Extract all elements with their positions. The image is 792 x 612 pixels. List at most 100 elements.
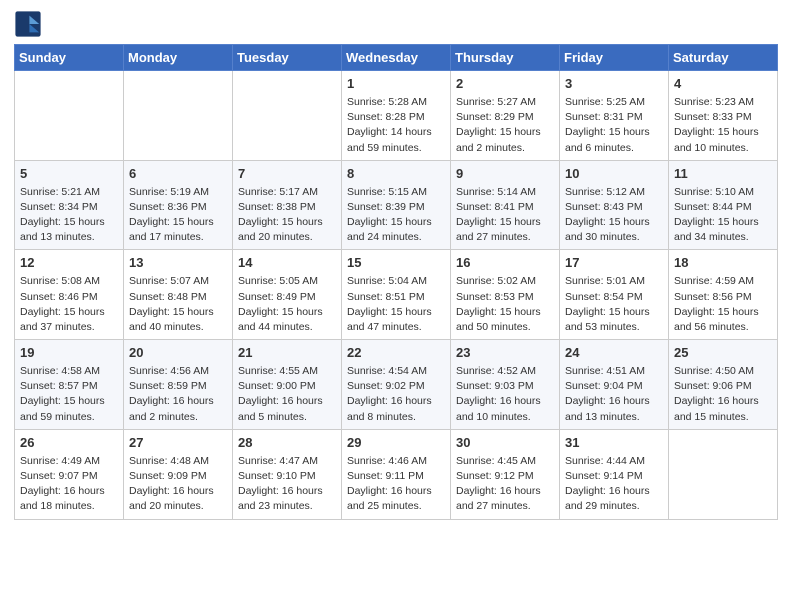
- calendar-cell: 19Sunrise: 4:58 AM Sunset: 8:57 PM Dayli…: [15, 340, 124, 430]
- calendar-table: SundayMondayTuesdayWednesdayThursdayFrid…: [14, 44, 778, 520]
- day-number: 2: [456, 75, 554, 94]
- calendar-cell: 8Sunrise: 5:15 AM Sunset: 8:39 PM Daylig…: [342, 160, 451, 250]
- day-info: Sunrise: 5:21 AM Sunset: 8:34 PM Dayligh…: [20, 185, 118, 246]
- calendar-cell: 25Sunrise: 4:50 AM Sunset: 9:06 PM Dayli…: [669, 340, 778, 430]
- day-number: 11: [674, 165, 772, 184]
- calendar-cell: 29Sunrise: 4:46 AM Sunset: 9:11 PM Dayli…: [342, 429, 451, 519]
- day-info: Sunrise: 5:07 AM Sunset: 8:48 PM Dayligh…: [129, 274, 227, 335]
- calendar-header-monday: Monday: [124, 45, 233, 71]
- day-info: Sunrise: 4:52 AM Sunset: 9:03 PM Dayligh…: [456, 364, 554, 425]
- calendar-cell: 14Sunrise: 5:05 AM Sunset: 8:49 PM Dayli…: [233, 250, 342, 340]
- calendar-cell: 23Sunrise: 4:52 AM Sunset: 9:03 PM Dayli…: [451, 340, 560, 430]
- day-info: Sunrise: 4:47 AM Sunset: 9:10 PM Dayligh…: [238, 454, 336, 515]
- day-number: 12: [20, 254, 118, 273]
- day-info: Sunrise: 5:25 AM Sunset: 8:31 PM Dayligh…: [565, 95, 663, 156]
- day-info: Sunrise: 4:55 AM Sunset: 9:00 PM Dayligh…: [238, 364, 336, 425]
- calendar-cell: 30Sunrise: 4:45 AM Sunset: 9:12 PM Dayli…: [451, 429, 560, 519]
- day-number: 4: [674, 75, 772, 94]
- day-number: 25: [674, 344, 772, 363]
- day-info: Sunrise: 5:23 AM Sunset: 8:33 PM Dayligh…: [674, 95, 772, 156]
- calendar-header-sunday: Sunday: [15, 45, 124, 71]
- calendar-cell: 26Sunrise: 4:49 AM Sunset: 9:07 PM Dayli…: [15, 429, 124, 519]
- calendar-header-saturday: Saturday: [669, 45, 778, 71]
- day-number: 26: [20, 434, 118, 453]
- day-info: Sunrise: 4:48 AM Sunset: 9:09 PM Dayligh…: [129, 454, 227, 515]
- day-number: 9: [456, 165, 554, 184]
- day-info: Sunrise: 5:08 AM Sunset: 8:46 PM Dayligh…: [20, 274, 118, 335]
- calendar-header-thursday: Thursday: [451, 45, 560, 71]
- day-number: 18: [674, 254, 772, 273]
- day-info: Sunrise: 5:12 AM Sunset: 8:43 PM Dayligh…: [565, 185, 663, 246]
- day-info: Sunrise: 5:10 AM Sunset: 8:44 PM Dayligh…: [674, 185, 772, 246]
- calendar-cell: 22Sunrise: 4:54 AM Sunset: 9:02 PM Dayli…: [342, 340, 451, 430]
- day-number: 3: [565, 75, 663, 94]
- calendar-header-tuesday: Tuesday: [233, 45, 342, 71]
- calendar-header-wednesday: Wednesday: [342, 45, 451, 71]
- day-number: 17: [565, 254, 663, 273]
- day-number: 14: [238, 254, 336, 273]
- page: SundayMondayTuesdayWednesdayThursdayFrid…: [0, 0, 792, 612]
- calendar-cell: 18Sunrise: 4:59 AM Sunset: 8:56 PM Dayli…: [669, 250, 778, 340]
- day-number: 6: [129, 165, 227, 184]
- calendar-cell: 31Sunrise: 4:44 AM Sunset: 9:14 PM Dayli…: [560, 429, 669, 519]
- calendar-week-2: 5Sunrise: 5:21 AM Sunset: 8:34 PM Daylig…: [15, 160, 778, 250]
- day-info: Sunrise: 5:17 AM Sunset: 8:38 PM Dayligh…: [238, 185, 336, 246]
- day-info: Sunrise: 5:02 AM Sunset: 8:53 PM Dayligh…: [456, 274, 554, 335]
- day-number: 22: [347, 344, 445, 363]
- day-info: Sunrise: 5:01 AM Sunset: 8:54 PM Dayligh…: [565, 274, 663, 335]
- day-info: Sunrise: 5:28 AM Sunset: 8:28 PM Dayligh…: [347, 95, 445, 156]
- calendar-cell: 4Sunrise: 5:23 AM Sunset: 8:33 PM Daylig…: [669, 71, 778, 161]
- calendar-week-5: 26Sunrise: 4:49 AM Sunset: 9:07 PM Dayli…: [15, 429, 778, 519]
- day-number: 24: [565, 344, 663, 363]
- calendar-cell: 11Sunrise: 5:10 AM Sunset: 8:44 PM Dayli…: [669, 160, 778, 250]
- calendar-cell: 24Sunrise: 4:51 AM Sunset: 9:04 PM Dayli…: [560, 340, 669, 430]
- day-number: 16: [456, 254, 554, 273]
- day-info: Sunrise: 4:59 AM Sunset: 8:56 PM Dayligh…: [674, 274, 772, 335]
- day-number: 20: [129, 344, 227, 363]
- day-number: 1: [347, 75, 445, 94]
- day-number: 13: [129, 254, 227, 273]
- day-info: Sunrise: 5:14 AM Sunset: 8:41 PM Dayligh…: [456, 185, 554, 246]
- day-info: Sunrise: 4:50 AM Sunset: 9:06 PM Dayligh…: [674, 364, 772, 425]
- header: [14, 10, 778, 38]
- calendar-cell: [669, 429, 778, 519]
- day-number: 29: [347, 434, 445, 453]
- calendar-cell: 10Sunrise: 5:12 AM Sunset: 8:43 PM Dayli…: [560, 160, 669, 250]
- day-info: Sunrise: 4:56 AM Sunset: 8:59 PM Dayligh…: [129, 364, 227, 425]
- day-number: 19: [20, 344, 118, 363]
- calendar-cell: 5Sunrise: 5:21 AM Sunset: 8:34 PM Daylig…: [15, 160, 124, 250]
- day-number: 23: [456, 344, 554, 363]
- day-number: 28: [238, 434, 336, 453]
- calendar-week-1: 1Sunrise: 5:28 AM Sunset: 8:28 PM Daylig…: [15, 71, 778, 161]
- calendar-cell: 20Sunrise: 4:56 AM Sunset: 8:59 PM Dayli…: [124, 340, 233, 430]
- calendar-cell: [124, 71, 233, 161]
- calendar-cell: 12Sunrise: 5:08 AM Sunset: 8:46 PM Dayli…: [15, 250, 124, 340]
- calendar-cell: 6Sunrise: 5:19 AM Sunset: 8:36 PM Daylig…: [124, 160, 233, 250]
- calendar-cell: 27Sunrise: 4:48 AM Sunset: 9:09 PM Dayli…: [124, 429, 233, 519]
- day-info: Sunrise: 4:44 AM Sunset: 9:14 PM Dayligh…: [565, 454, 663, 515]
- calendar-cell: 7Sunrise: 5:17 AM Sunset: 8:38 PM Daylig…: [233, 160, 342, 250]
- calendar-cell: 21Sunrise: 4:55 AM Sunset: 9:00 PM Dayli…: [233, 340, 342, 430]
- calendar-cell: 3Sunrise: 5:25 AM Sunset: 8:31 PM Daylig…: [560, 71, 669, 161]
- day-info: Sunrise: 4:46 AM Sunset: 9:11 PM Dayligh…: [347, 454, 445, 515]
- calendar-header-row: SundayMondayTuesdayWednesdayThursdayFrid…: [15, 45, 778, 71]
- day-number: 5: [20, 165, 118, 184]
- day-number: 7: [238, 165, 336, 184]
- day-number: 10: [565, 165, 663, 184]
- day-info: Sunrise: 5:15 AM Sunset: 8:39 PM Dayligh…: [347, 185, 445, 246]
- calendar-cell: 16Sunrise: 5:02 AM Sunset: 8:53 PM Dayli…: [451, 250, 560, 340]
- day-info: Sunrise: 5:04 AM Sunset: 8:51 PM Dayligh…: [347, 274, 445, 335]
- calendar-cell: 2Sunrise: 5:27 AM Sunset: 8:29 PM Daylig…: [451, 71, 560, 161]
- day-number: 30: [456, 434, 554, 453]
- calendar-cell: 13Sunrise: 5:07 AM Sunset: 8:48 PM Dayli…: [124, 250, 233, 340]
- logo-icon: [14, 10, 42, 38]
- day-info: Sunrise: 4:45 AM Sunset: 9:12 PM Dayligh…: [456, 454, 554, 515]
- day-number: 21: [238, 344, 336, 363]
- calendar-cell: 1Sunrise: 5:28 AM Sunset: 8:28 PM Daylig…: [342, 71, 451, 161]
- calendar-week-3: 12Sunrise: 5:08 AM Sunset: 8:46 PM Dayli…: [15, 250, 778, 340]
- calendar-cell: [233, 71, 342, 161]
- day-number: 27: [129, 434, 227, 453]
- day-info: Sunrise: 4:54 AM Sunset: 9:02 PM Dayligh…: [347, 364, 445, 425]
- calendar-cell: 9Sunrise: 5:14 AM Sunset: 8:41 PM Daylig…: [451, 160, 560, 250]
- calendar-cell: 28Sunrise: 4:47 AM Sunset: 9:10 PM Dayli…: [233, 429, 342, 519]
